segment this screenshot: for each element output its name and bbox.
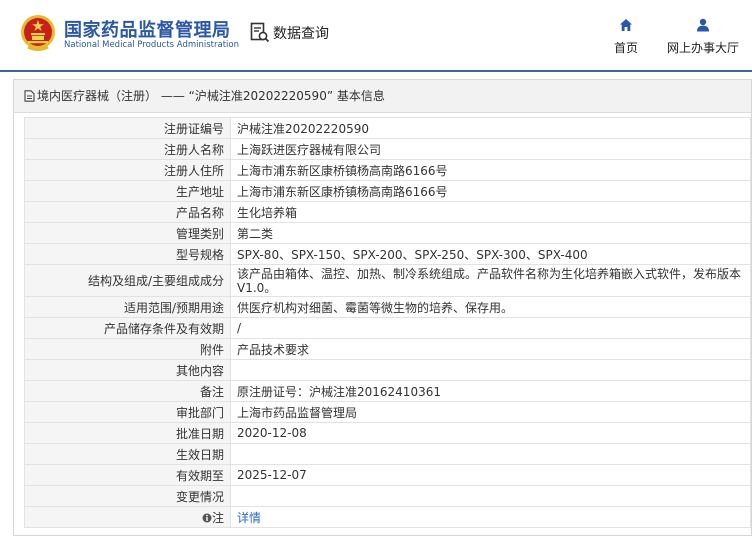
field-value: 上海市浦东新区康桥镇杨高南路6166号 [230,180,751,202]
table-row: 管理类别 第二类 [24,222,751,244]
table-row: 生产地址 上海市浦东新区康桥镇杨高南路6166号 [24,180,751,202]
note-value-cell: 详情 [230,506,751,528]
field-value: 上海跃进医疗器械有限公司 [230,138,751,160]
field-value: 供医疗机构对细菌、霉菌等微生物的培养、保存用。 [230,296,751,318]
national-emblem-icon [21,15,55,51]
field-value [230,443,751,465]
field-label: 管理类别 [24,222,231,244]
registration-info-table: 注册证编号 沪械注准20202220590 注册人名称 上海跃进医疗器械有限公司 注… [24,117,751,528]
field-label: 适用范围/预期用途 [24,296,231,318]
table-row: 型号规格 SPX-80、SPX-150、SPX-200、SPX-250、SPX-3… [24,243,751,265]
table-row: 生效日期 [24,443,751,465]
field-label: 审批部门 [24,401,231,423]
field-label: 注册证编号 [24,117,231,139]
field-value [230,485,751,507]
field-label: 附件 [24,338,231,360]
info-icon [202,513,212,522]
field-label: 备注 [24,380,231,402]
site-subtitle: National Medical Products Administration [64,40,239,50]
field-value: 2025-12-07 [230,464,751,486]
field-value: 原注册证号：沪械注准20162410361 [230,380,751,402]
field-label: 注册人名称 [24,138,231,160]
field-value [230,359,751,381]
service-hall-label: 网上办事大厅 [666,41,739,55]
field-label: 注册人住所 [24,159,231,181]
field-label: 产品储存条件及有效期 [24,317,231,339]
breadcrumb: 境内医疗器械（注册） —— “沪械注准20202220590” 基本信息 [14,80,751,113]
field-value: / [230,317,751,339]
breadcrumb-text: 境内医疗器械（注册） —— “沪械注准20202220590” 基本信息 [37,89,385,103]
table-row: 批准日期 2020-12-08 [24,422,751,444]
user-icon [697,18,709,32]
field-label: 变更情况 [24,485,231,507]
table-row: 有效期至 2025-12-07 [24,464,751,486]
field-label: 结构及组成/主要组成成分 [24,264,231,297]
table-row: 审批部门 上海市药品监督管理局 [24,401,751,423]
field-value: 上海市药品监督管理局 [230,401,751,423]
field-value: 第二类 [230,222,751,244]
note-label: 注 [211,510,224,525]
home-icon [620,19,632,31]
table-row: 产品名称 生化培养箱 [24,201,751,223]
home-button[interactable]: 首页 [612,18,640,56]
field-label: 生效日期 [24,443,231,465]
table-row: 注册人名称 上海跃进医疗器械有限公司 [24,138,751,160]
field-label: 生产地址 [24,180,231,202]
table-row: 备注 原注册证号：沪械注准20162410361 [24,380,751,402]
field-label: 其他内容 [24,359,231,381]
table-row: 适用范围/预期用途 供医疗机构对细菌、霉菌等微生物的培养、保存用。 [24,296,751,318]
data-query-label: 数据查询 [273,26,329,42]
data-query-link[interactable]: 数据查询 [250,22,329,44]
service-hall-button[interactable]: 网上办事大厅 [664,18,742,56]
document-icon [24,90,35,102]
table-row: 注 详情 [24,506,751,528]
detail-link[interactable]: 详情 [237,511,261,525]
field-value: 产品技术要求 [230,338,751,360]
table-row: 其他内容 [24,359,751,381]
table-row: 附件 产品技术要求 [24,338,751,360]
field-value: 2020-12-08 [230,422,751,444]
field-value: 生化培养箱 [230,201,751,223]
table-row: 注册证编号 沪械注准20202220590 [24,117,751,139]
top-bar: 国家药品监督管理局 National Medical Products Admi… [0,0,752,70]
home-label: 首页 [613,41,638,55]
table-row: 注册人住所 上海市浦东新区康桥镇杨高南路6166号 [24,159,751,181]
detail-panel: 境内医疗器械（注册） —— “沪械注准20202220590” 基本信息 注册证… [13,79,752,536]
field-label: 有效期至 [24,464,231,486]
table-row: 变更情况 [24,485,751,507]
field-value: SPX-80、SPX-150、SPX-200、SPX-250、SPX-300、S… [230,243,751,265]
document-search-icon [250,22,270,43]
field-value: 该产品由箱体、温控、加热、制冷系统组成。产品软件名称为生化培养箱嵌入式软件，发布… [230,264,751,297]
field-label: 型号规格 [24,243,231,265]
field-label: 批准日期 [24,422,231,444]
table-row: 产品储存条件及有效期 / [24,317,751,339]
note-label-cell: 注 [24,506,231,528]
field-value: 沪械注准20202220590 [230,117,751,139]
header-divider [0,70,752,72]
table-row: 结构及组成/主要组成成分 该产品由箱体、温控、加热、制冷系统组成。产品软件名称为生… [24,264,751,297]
field-label: 产品名称 [24,201,231,223]
site-title: 国家药品监督管理局 [64,20,231,41]
field-value: 上海市浦东新区康桥镇杨高南路6166号 [230,159,751,181]
